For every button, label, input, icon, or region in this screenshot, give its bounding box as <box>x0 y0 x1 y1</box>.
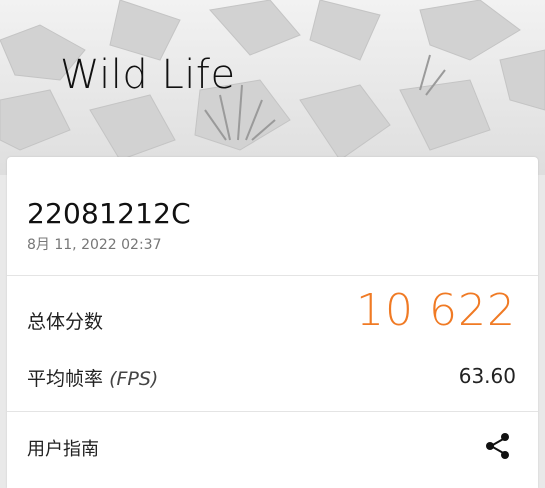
result-card: 22081212C 8月 11, 2022 02:37 总体分数 10 622 … <box>7 157 538 488</box>
header-banner: Wild Life <box>0 0 545 175</box>
share-button[interactable] <box>484 431 512 461</box>
device-name: 22081212C <box>27 197 191 230</box>
share-icon <box>486 433 509 459</box>
divider <box>7 275 538 276</box>
average-fps-label: 平均帧率 (FPS) <box>27 364 158 391</box>
average-fps-label-text: 平均帧率 <box>27 368 104 390</box>
overall-score-label: 总体分数 <box>27 311 104 333</box>
benchmark-title: Wild Life <box>60 52 236 98</box>
average-fps-value: 63.60 <box>458 364 516 388</box>
divider <box>7 411 538 412</box>
user-guide-link[interactable]: 用户指南 <box>27 435 99 461</box>
fps-unit: (FPS) <box>109 368 159 390</box>
overall-score-value: 10 622 <box>356 285 516 336</box>
result-date: 8月 11, 2022 02:37 <box>27 237 162 253</box>
